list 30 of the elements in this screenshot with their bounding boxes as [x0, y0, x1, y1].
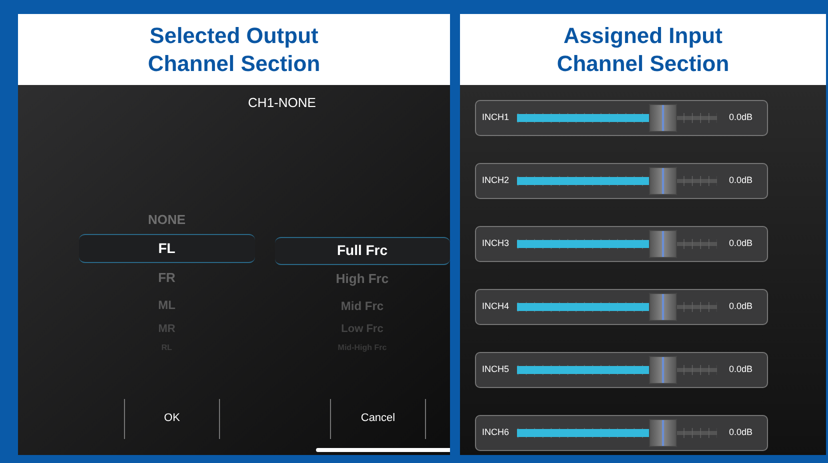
- channel-name: INCH1: [481, 111, 510, 124]
- gain-reading: 0.0dB: [729, 237, 753, 250]
- fader-thumb[interactable]: [649, 356, 677, 384]
- picker-option[interactable]: ML: [79, 292, 254, 318]
- fader-thumb[interactable]: [649, 293, 677, 321]
- dialog-button[interactable]: OK: [124, 398, 220, 438]
- fader-thumb[interactable]: [649, 104, 677, 132]
- gain-reading: 0.0dB: [729, 111, 753, 124]
- fader-thumb[interactable]: [649, 230, 677, 258]
- section-title: Selected Output Channel Section: [146, 22, 322, 78]
- gain-reading: 0.0dB: [729, 363, 753, 376]
- picker-option[interactable]: NONE: [79, 206, 254, 234]
- picker-option[interactable]: Mid Frc: [274, 293, 450, 319]
- channel-name: INCH3: [481, 237, 510, 250]
- gain-reading: 0.0dB: [729, 426, 753, 440]
- fader-thumb[interactable]: [649, 167, 677, 195]
- channel-name: INCH2: [481, 174, 510, 188]
- gain-reading: 0.0dB: [729, 300, 753, 314]
- channel-name: INCH5: [481, 363, 510, 376]
- section-title: Assigned Input Channel Section: [556, 22, 730, 78]
- gain-reading: 0.0dB: [729, 174, 753, 188]
- picker-option[interactable]: High Frc: [274, 265, 450, 294]
- dialog-button[interactable]: Cancel: [330, 398, 426, 438]
- picker-option[interactable]: Full Frc: [274, 236, 450, 265]
- channel-name: INCH6: [481, 426, 510, 440]
- fader-thumb[interactable]: [649, 419, 677, 447]
- picker-option[interactable]: FL: [79, 234, 254, 264]
- channel-title: CH1-NONE: [248, 94, 316, 112]
- picker-option[interactable]: FR: [79, 263, 254, 292]
- channel-name: INCH4: [481, 300, 510, 314]
